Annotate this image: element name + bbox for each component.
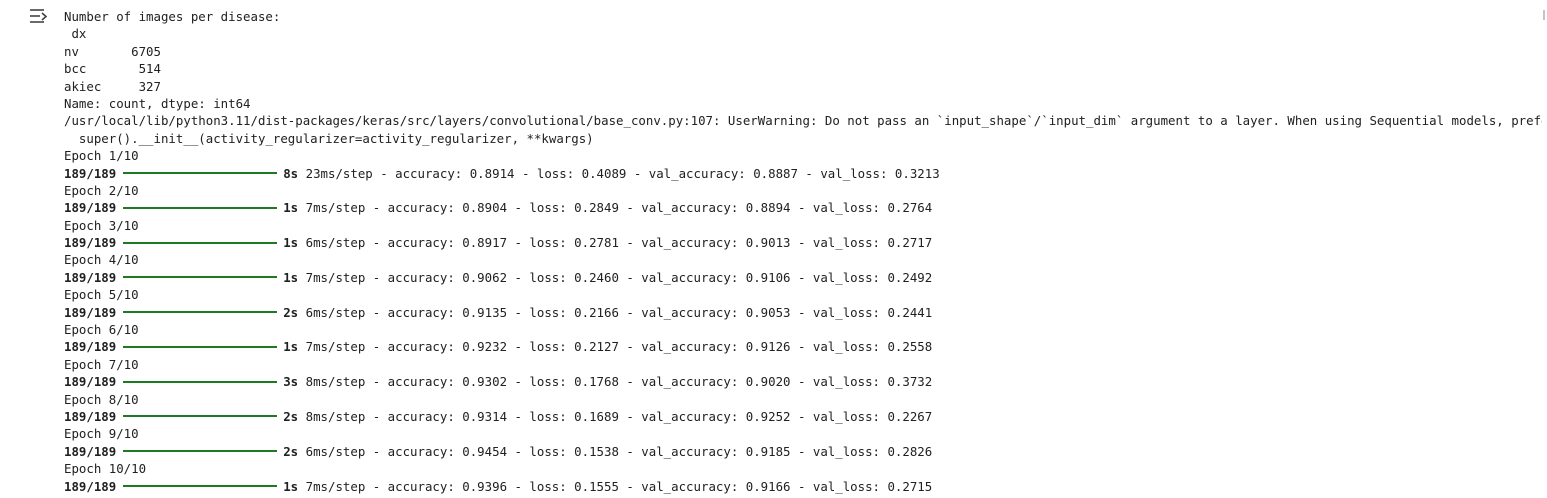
epoch-header: Epoch 3/10	[64, 217, 139, 233]
metrics-text: 7ms/step - accuracy: 0.9062 - loss: 0.24…	[305, 269, 933, 285]
elapsed-time: 1s	[283, 235, 299, 251]
step-count: 189/189	[64, 443, 117, 459]
progress-bar	[123, 415, 278, 418]
epoch-header: Epoch 8/10	[64, 391, 139, 407]
elapsed-time: 2s	[283, 408, 299, 424]
step-count: 189/189	[64, 339, 117, 355]
progress-bar	[123, 345, 278, 348]
step-count: 189/189	[64, 235, 117, 251]
epoch-header: Epoch 5/10	[64, 287, 139, 303]
elapsed-time: 1s	[283, 339, 299, 355]
output-header-line: Name: count, dtype: int64	[64, 95, 251, 111]
step-count: 189/189	[64, 200, 117, 216]
progress-bar	[123, 172, 278, 175]
metrics-text: 8ms/step - accuracy: 0.9302 - loss: 0.17…	[305, 374, 933, 390]
scrollbar-track[interactable]	[1542, 0, 1547, 498]
warning-line: super().__init__(activity_regularizer=ac…	[64, 130, 594, 146]
step-count: 189/189	[64, 478, 117, 494]
metrics-text: 6ms/step - accuracy: 0.9135 - loss: 0.21…	[305, 304, 933, 320]
scrollbar-thumb[interactable]	[1543, 10, 1545, 20]
progress-bar	[123, 206, 278, 209]
elapsed-time: 3s	[283, 374, 299, 390]
progress-line: 189/189 8s 23ms/step - accuracy: 0.8914 -…	[64, 165, 1547, 182]
output-header-line: Number of images per disease:	[64, 9, 281, 24]
elapsed-time: 1s	[283, 269, 299, 285]
progress-bar	[123, 380, 278, 383]
output-header-line: dx	[64, 26, 87, 42]
output-collapse-icon[interactable]	[28, 7, 50, 27]
progress-line: 189/189 1s 7ms/step - accuracy: 0.9396 - …	[64, 478, 1547, 495]
progress-bar	[123, 276, 278, 279]
epoch-header: Epoch 2/10	[64, 182, 139, 198]
progress-bar	[123, 241, 278, 244]
cell-output-text: Number of images per disease: dx nv 6705…	[64, 8, 1547, 495]
progress-line: 189/189 2s 6ms/step - accuracy: 0.9454 - …	[64, 443, 1547, 460]
step-count: 189/189	[64, 408, 117, 424]
output-header-line: bcc 514	[64, 61, 161, 77]
epoch-header: Epoch 7/10	[64, 356, 139, 372]
elapsed-time: 1s	[283, 478, 299, 494]
step-count: 189/189	[64, 165, 117, 181]
progress-bar	[123, 450, 278, 453]
metrics-text: 6ms/step - accuracy: 0.9454 - loss: 0.15…	[305, 443, 933, 459]
step-count: 189/189	[64, 374, 117, 390]
output-header-line: akiec 327	[64, 78, 161, 94]
metrics-text: 7ms/step - accuracy: 0.9232 - loss: 0.21…	[305, 339, 933, 355]
epoch-header: Epoch 4/10	[64, 252, 139, 268]
progress-line: 189/189 1s 7ms/step - accuracy: 0.9232 - …	[64, 338, 1547, 355]
notebook-cell-output: { "header_lines": [ "Number of images pe…	[0, 0, 1547, 498]
metrics-text: 23ms/step - accuracy: 0.8914 - loss: 0.4…	[305, 165, 940, 181]
step-count: 189/189	[64, 304, 117, 320]
warning-line: /usr/local/lib/python3.11/dist-packages/…	[64, 113, 1547, 129]
elapsed-time: 2s	[283, 304, 299, 320]
epoch-header: Epoch 1/10	[64, 148, 139, 164]
progress-bar	[123, 311, 278, 314]
metrics-text: 7ms/step - accuracy: 0.8904 - loss: 0.28…	[305, 200, 933, 216]
progress-line: 189/189 3s 8ms/step - accuracy: 0.9302 - …	[64, 373, 1547, 390]
progress-line: 189/189 2s 6ms/step - accuracy: 0.9135 - …	[64, 304, 1547, 321]
training-log: Epoch 1/10 189/189 8s 23ms/step - accuracy…	[64, 147, 1547, 495]
progress-line: 189/189 1s 7ms/step - accuracy: 0.8904 - …	[64, 199, 1547, 216]
elapsed-time: 1s	[283, 200, 299, 216]
step-count: 189/189	[64, 269, 117, 285]
metrics-text: 8ms/step - accuracy: 0.9314 - loss: 0.16…	[305, 408, 933, 424]
output-header-line: nv 6705	[64, 43, 161, 59]
metrics-text: 6ms/step - accuracy: 0.8917 - loss: 0.27…	[305, 235, 933, 251]
epoch-header: Epoch 6/10	[64, 322, 139, 338]
progress-line: 189/189 1s 7ms/step - accuracy: 0.9062 - …	[64, 269, 1547, 286]
metrics-text: 7ms/step - accuracy: 0.9396 - loss: 0.15…	[305, 478, 933, 494]
epoch-header: Epoch 10/10	[64, 461, 147, 477]
epoch-header: Epoch 9/10	[64, 426, 139, 442]
progress-line: 189/189 2s 8ms/step - accuracy: 0.9314 - …	[64, 408, 1547, 425]
progress-bar	[123, 485, 278, 488]
elapsed-time: 2s	[283, 443, 299, 459]
progress-line: 189/189 1s 6ms/step - accuracy: 0.8917 - …	[64, 234, 1547, 251]
elapsed-time: 8s	[283, 165, 299, 181]
